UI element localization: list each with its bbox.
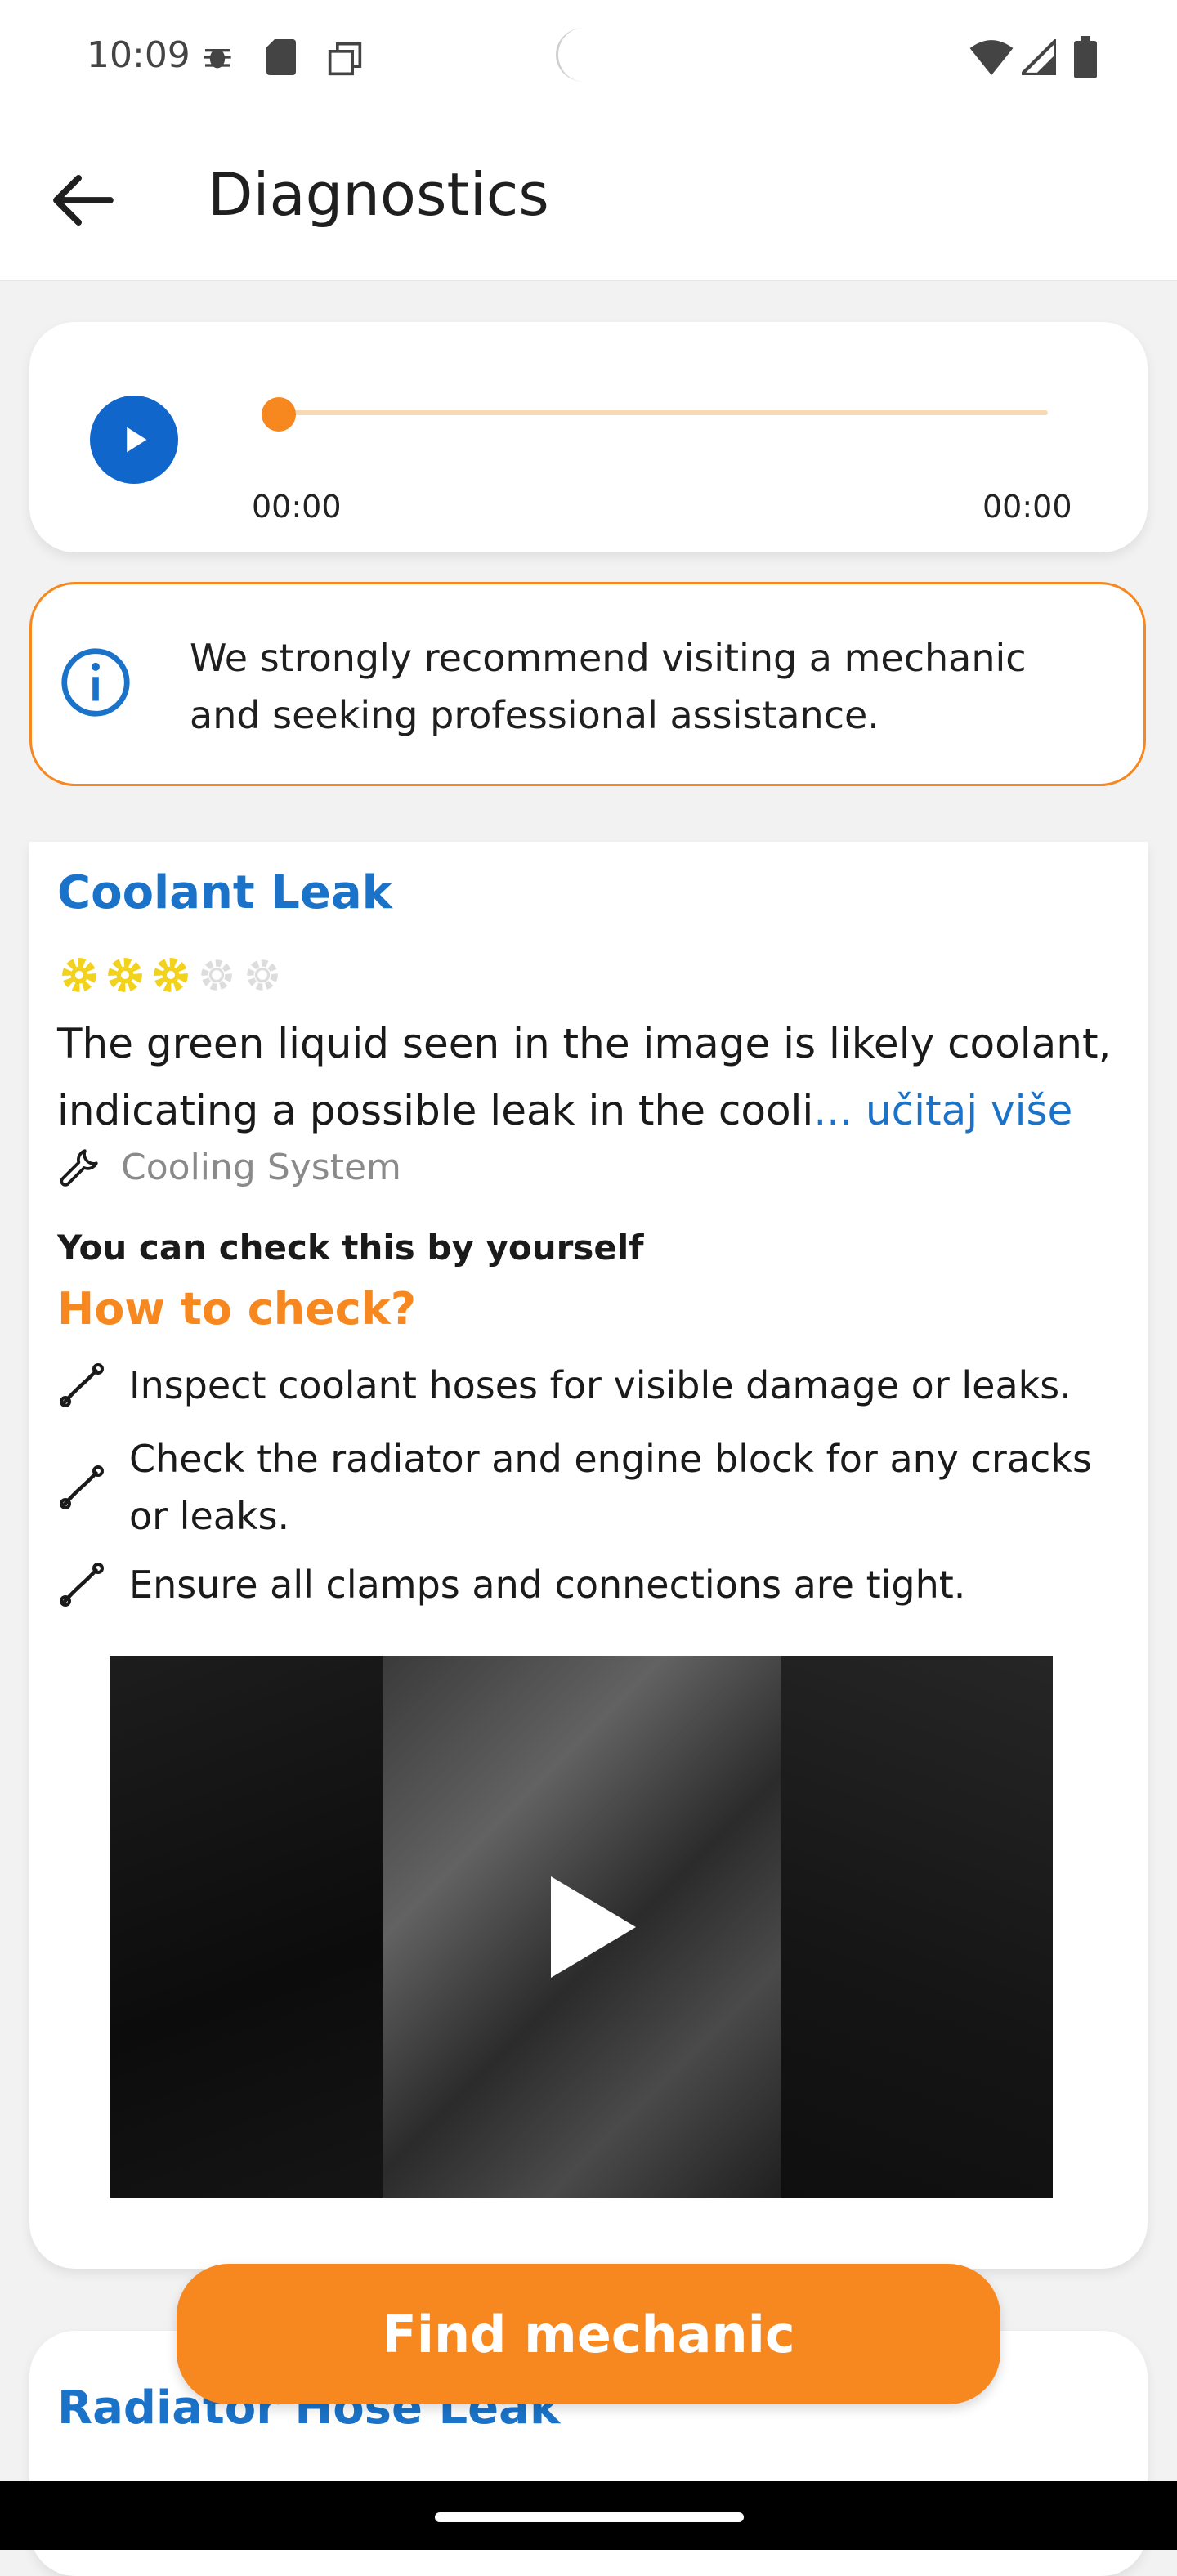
audio-player-card [29, 322, 1148, 552]
gear-icon [108, 958, 142, 992]
wrench-icon [60, 1149, 98, 1187]
screenshot-icon [328, 42, 362, 76]
page-title: Diagnostics [208, 160, 549, 229]
diagnosis-description: The green liquid seen in the image is li… [57, 1010, 1128, 1144]
play-icon [127, 427, 147, 453]
self-check-note: You can check this by yourself [57, 1228, 644, 1268]
gear-icon [154, 958, 188, 992]
video-frame-right [781, 1656, 1053, 2198]
app-bar [0, 123, 1177, 281]
check-step-text: Inspect coolant hoses for visible damage… [129, 1363, 1072, 1407]
read-more-link[interactable]: ... učitaj više [813, 1087, 1072, 1134]
signal-icon [1022, 39, 1056, 75]
check-step: Ensure all clamps and connections are ti… [57, 1556, 1144, 1613]
how-to-check-heading: How to check? [57, 1283, 417, 1335]
bug-icon [204, 49, 231, 69]
check-step: Check the radiator and engine block for … [57, 1430, 1144, 1545]
audio-progress-track[interactable] [278, 410, 1048, 415]
audio-duration: 00:00 [982, 489, 1072, 525]
system-label: Cooling System [121, 1146, 401, 1188]
gear-icon [201, 959, 232, 991]
gear-icon [62, 958, 96, 992]
audio-progress-thumb[interactable] [262, 397, 296, 432]
sd-card-icon [266, 39, 296, 75]
check-step: Inspect coolant hoses for visible damage… [57, 1357, 1144, 1414]
check-step-text: Ensure all clamps and connections are ti… [129, 1563, 966, 1607]
camera-cutout [556, 28, 612, 82]
audio-elapsed: 00:00 [252, 489, 342, 525]
notice-text: We strongly recommend visiting a mechani… [190, 636, 1027, 737]
how-to-video[interactable] [110, 1656, 1053, 2198]
check-step-text: Check the radiator and engine block for … [129, 1437, 1092, 1538]
arrow-left-icon[interactable] [49, 173, 114, 227]
audio-play-button[interactable] [90, 396, 178, 484]
info-icon [61, 648, 130, 717]
status-time: 10:09 [87, 34, 190, 76]
video-frame-left [110, 1656, 383, 2198]
battery-icon [1074, 36, 1097, 78]
diagnosis-title: Coolant Leak [57, 866, 392, 919]
gear-icon [247, 959, 278, 991]
find-mechanic-button[interactable]: Find mechanic [177, 2264, 1000, 2404]
play-icon[interactable] [551, 1876, 636, 1978]
wifi-icon [969, 40, 1014, 75]
hose-icon [60, 1465, 104, 1509]
severity-rating [59, 955, 283, 997]
home-gesture-handle[interactable] [435, 2512, 744, 2522]
hose-icon [60, 1563, 104, 1607]
hose-icon [60, 1363, 104, 1407]
system-row: Cooling System [57, 1144, 401, 1190]
